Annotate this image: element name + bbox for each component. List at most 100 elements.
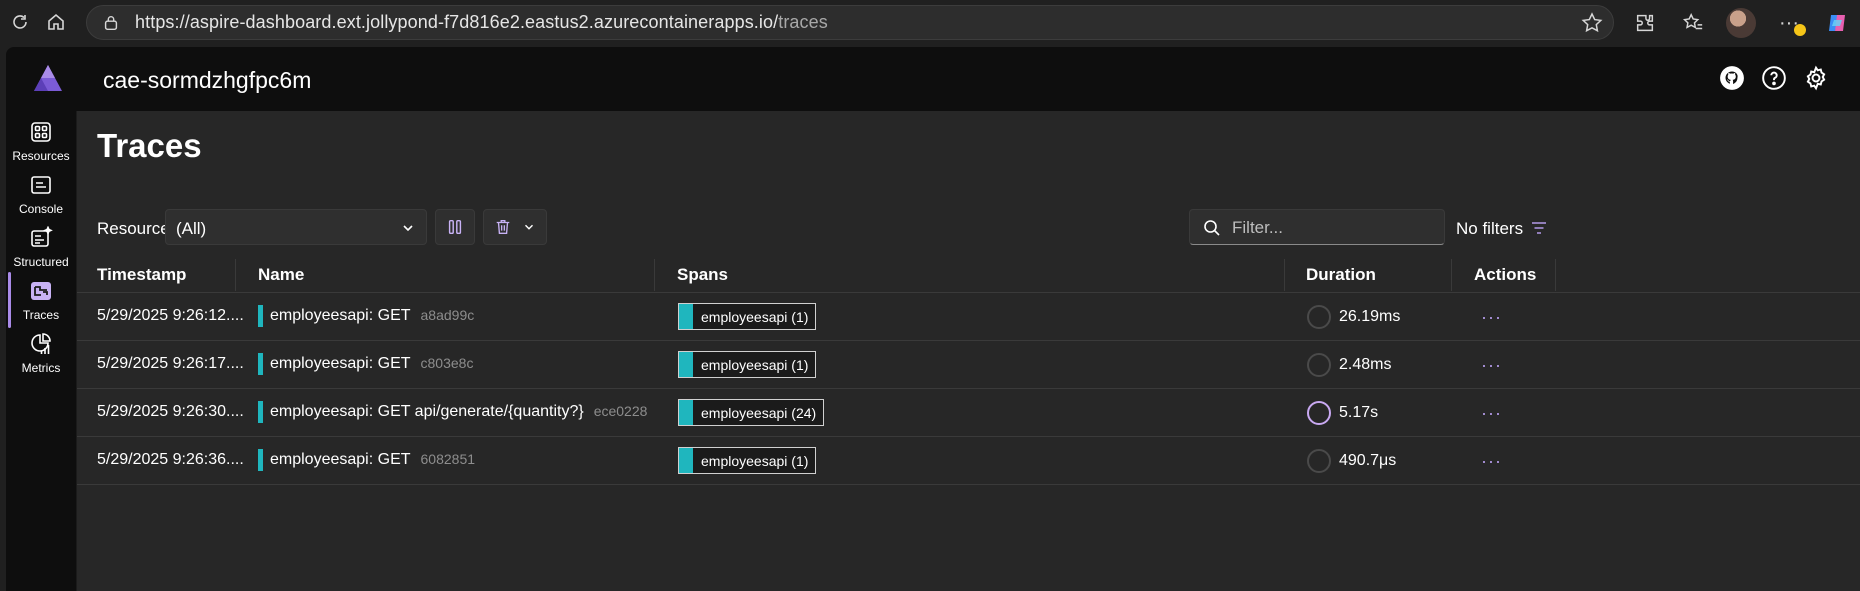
span-pill[interactable]: employeesapi (24) (678, 399, 825, 426)
table-row[interactable]: 5/29/2025 9:26:17.... employeesapi: GET c… (77, 341, 1860, 389)
address-bar[interactable]: https://aspire-dashboard.ext.jollypond-f… (86, 5, 1614, 40)
main-content: Traces Resource (All) N (77, 111, 1860, 591)
trace-name: employeesapi: GET api/generate/{quantity… (270, 403, 584, 420)
refresh-icon[interactable] (6, 8, 34, 36)
favorites-icon[interactable] (1678, 8, 1708, 38)
grid-icon (28, 119, 54, 145)
clear-button[interactable] (483, 209, 547, 245)
structured-icon (28, 225, 54, 251)
no-filters-label: No filters (1456, 219, 1524, 238)
metrics-icon (28, 331, 54, 357)
table-row[interactable]: 5/29/2025 9:26:30.... employeesapi: GET … (77, 389, 1860, 437)
settings-gear-icon[interactable] (1802, 64, 1830, 92)
table-row[interactable]: 5/29/2025 9:26:36.... employeesapi: GET 6… (77, 437, 1860, 485)
resource-color-bar (258, 305, 263, 327)
timestamp-cell: 5/29/2025 9:26:12.... (97, 307, 244, 324)
app-title: cae-sormdzhgfpc6m (103, 67, 312, 93)
span-label: employeesapi (1) (701, 356, 809, 373)
trace-id: 6082851 (420, 451, 476, 467)
name-cell[interactable]: employeesapi: GET a8ad99c (270, 307, 474, 325)
timestamp-cell: 5/29/2025 9:26:36.... (97, 451, 244, 468)
duration-value: 5.17s (1339, 404, 1379, 421)
trace-name: employeesapi: GET (270, 307, 411, 324)
column-divider[interactable] (235, 259, 236, 291)
traces-icon (28, 278, 54, 304)
span-pill[interactable]: employeesapi (1) (678, 303, 817, 330)
name-cell[interactable]: employeesapi: GET api/generate/{quantity… (270, 403, 647, 421)
trace-id: c803e8c (420, 355, 474, 371)
nav-label: Resources (12, 149, 70, 163)
nav-label: Structured (13, 255, 69, 269)
url-path: traces (778, 12, 828, 32)
aspire-dashboard: cae-sormdzhgfpc6m Resources Console Stru… (6, 47, 1860, 591)
more-actions-icon[interactable]: ··· (1481, 403, 1501, 423)
pause-button[interactable] (435, 209, 475, 245)
profile-avatar[interactable] (1726, 8, 1756, 38)
header-duration[interactable]: Duration (1306, 265, 1376, 285)
resource-color-bar (258, 449, 263, 471)
span-pill[interactable]: employeesapi (1) (678, 351, 817, 378)
traces-table: Timestamp Name Spans Duration Actions 5/… (77, 257, 1860, 485)
column-divider[interactable] (1555, 259, 1556, 291)
filter-lines-icon[interactable] (1529, 218, 1549, 238)
trace-id: ece0228 (593, 403, 648, 419)
duration-value: 490.7μs (1339, 452, 1397, 469)
span-label: employeesapi (24) (701, 404, 817, 421)
span-label: employeesapi (1) (701, 308, 809, 325)
span-pill[interactable]: employeesapi (1) (678, 447, 817, 474)
search-icon (1202, 218, 1222, 238)
more-actions-icon[interactable]: ··· (1481, 307, 1501, 327)
url-host: https://aspire-dashboard.ext.jollypond-f… (135, 12, 779, 32)
url-text: https://aspire-dashboard.ext.jollypond-f… (135, 12, 828, 33)
nav-label: Console (18, 202, 64, 216)
span-bar (679, 352, 693, 377)
duration-ring-icon (1307, 449, 1331, 473)
pause-icon (448, 219, 462, 235)
timestamp-cell: 5/29/2025 9:26:30.... (97, 403, 244, 420)
chevron-down-icon (525, 224, 533, 230)
trace-name: employeesapi: GET (270, 451, 411, 468)
duration-value: 26.19ms (1339, 308, 1401, 325)
more-actions-icon[interactable]: ··· (1481, 451, 1501, 471)
table-row[interactable]: 5/29/2025 9:26:12.... employeesapi: GET a… (77, 293, 1860, 341)
traces-toolbar: Resource (All) No filters (77, 209, 1860, 249)
column-divider[interactable] (1451, 259, 1452, 291)
column-divider[interactable] (654, 259, 655, 291)
page-title: Traces (97, 127, 202, 164)
console-icon (28, 172, 54, 198)
more-options-icon[interactable]: ··· (1774, 8, 1806, 38)
filter-input-box[interactable] (1189, 209, 1445, 245)
browser-toolbar: https://aspire-dashboard.ext.jollypond-f… (0, 0, 1860, 45)
duration-ring-icon (1307, 305, 1331, 329)
nav-label: Traces (22, 308, 60, 322)
timestamp-cell: 5/29/2025 9:26:17.... (97, 355, 244, 372)
resource-label: Resource (97, 219, 170, 238)
header-name[interactable]: Name (258, 265, 304, 285)
name-cell[interactable]: employeesapi: GET c803e8c (270, 355, 473, 373)
help-icon[interactable] (1760, 64, 1788, 92)
header-timestamp[interactable]: Timestamp (97, 265, 186, 285)
column-divider[interactable] (1284, 259, 1285, 291)
lock-icon[interactable] (101, 13, 121, 33)
header-spans[interactable]: Spans (677, 265, 728, 285)
duration-ring-icon (1307, 401, 1331, 425)
trace-name: employeesapi: GET (270, 355, 411, 372)
duration-ring-icon (1307, 353, 1331, 377)
table-header: Timestamp Name Spans Duration Actions (77, 257, 1860, 293)
copilot-icon[interactable] (1822, 8, 1852, 38)
name-cell[interactable]: employeesapi: GET 6082851 (270, 451, 475, 469)
favorite-star-icon[interactable] (1581, 12, 1603, 34)
aspire-logo-icon[interactable] (32, 63, 64, 93)
span-bar (679, 448, 693, 473)
resource-select-value: (All) (176, 219, 207, 238)
home-icon[interactable] (42, 8, 70, 36)
nav-label: Metrics (21, 361, 61, 375)
extensions-icon[interactable] (1630, 8, 1660, 38)
trash-icon (496, 220, 510, 234)
nav-item-metrics[interactable]: Metrics (6, 323, 76, 385)
more-actions-icon[interactable]: ··· (1481, 355, 1501, 375)
filter-input[interactable] (1232, 217, 1432, 239)
github-icon[interactable] (1718, 64, 1746, 92)
resource-select[interactable]: (All) (165, 209, 427, 245)
span-label: employeesapi (1) (701, 452, 809, 469)
